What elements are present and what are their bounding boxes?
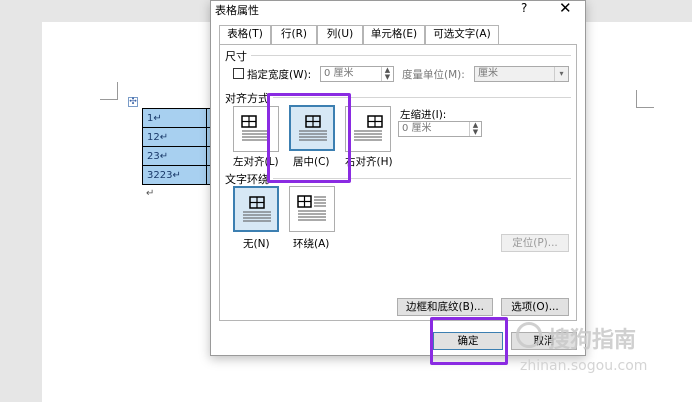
- tab-alt-text[interactable]: 可选文字(A): [425, 25, 499, 44]
- wrapping-section-label: 文字环绕: [225, 173, 269, 186]
- measure-unit-select[interactable]: 厘米 ▾: [474, 66, 569, 82]
- spinner-arrows-icon[interactable]: ▲ ▼: [469, 122, 481, 136]
- tab-row[interactable]: 行(R): [271, 25, 317, 44]
- preferred-width-value: 0 厘米: [324, 68, 354, 79]
- tab-cell[interactable]: 单元格(E): [363, 25, 425, 44]
- dialog-title: 表格属性: [215, 4, 259, 17]
- table-cell[interactable]: 12↵: [142, 127, 207, 147]
- center-alignment-highlight: [267, 93, 351, 183]
- left-indent-label: 左缩进(I):: [400, 109, 447, 121]
- align-right-label: 右对齐(H): [345, 156, 393, 168]
- close-icon[interactable]: ✕: [559, 0, 572, 17]
- watermark-url: zhinan.sogou.com: [520, 358, 648, 374]
- wrap-none-button[interactable]: [233, 186, 279, 232]
- table-cell[interactable]: 23↵: [142, 146, 207, 166]
- spinner-arrows-icon[interactable]: ▲ ▼: [381, 67, 393, 81]
- table-cell[interactable]: 1↵: [142, 108, 207, 128]
- borders-shading-button[interactable]: 边框和底纹(B)...: [397, 298, 493, 316]
- wrap-around-button[interactable]: [289, 186, 335, 232]
- preferred-width-checkbox[interactable]: [233, 68, 244, 79]
- position-button[interactable]: 定位(P)...: [501, 234, 569, 252]
- measure-unit-value: 厘米: [478, 68, 498, 79]
- tab-column[interactable]: 列(U): [317, 25, 363, 44]
- options-button[interactable]: 选项(O)...: [501, 298, 569, 316]
- chevron-down-icon[interactable]: ▾: [554, 67, 568, 81]
- size-section-label: 尺寸: [225, 50, 247, 63]
- wrap-none-label: 无(N): [243, 238, 270, 250]
- crop-mark-top-left: [100, 82, 118, 100]
- measure-unit-label: 度量单位(M):: [402, 69, 465, 81]
- crop-mark-top-right: [636, 90, 654, 108]
- table-move-handle-icon[interactable]: ✣: [128, 97, 138, 107]
- preferred-width-spinner[interactable]: 0 厘米 ▲ ▼: [320, 66, 394, 82]
- wrap-around-label: 环绕(A): [293, 238, 330, 250]
- sogou-logo-icon: [516, 322, 542, 348]
- align-right-button[interactable]: [345, 106, 391, 152]
- help-button[interactable]: ?: [521, 1, 527, 15]
- left-indent-value: 0 厘米: [402, 123, 432, 134]
- wrap-around-icon: [297, 195, 326, 221]
- left-indent-spinner[interactable]: 0 厘米 ▲ ▼: [398, 121, 482, 137]
- wrap-none-icon: [243, 196, 271, 222]
- tab-table[interactable]: 表格(T): [219, 25, 271, 45]
- ok-button-highlight: [430, 317, 508, 365]
- watermark-text: 搜狗指南: [548, 328, 637, 353]
- paragraph-mark: ↵: [146, 188, 155, 199]
- preferred-width-label: 指定宽度(W):: [247, 69, 312, 81]
- table-cell[interactable]: 3223↵: [142, 165, 207, 185]
- alignment-section-label: 对齐方式: [225, 92, 269, 105]
- align-right-icon: [354, 115, 383, 141]
- section-divider: [251, 55, 571, 56]
